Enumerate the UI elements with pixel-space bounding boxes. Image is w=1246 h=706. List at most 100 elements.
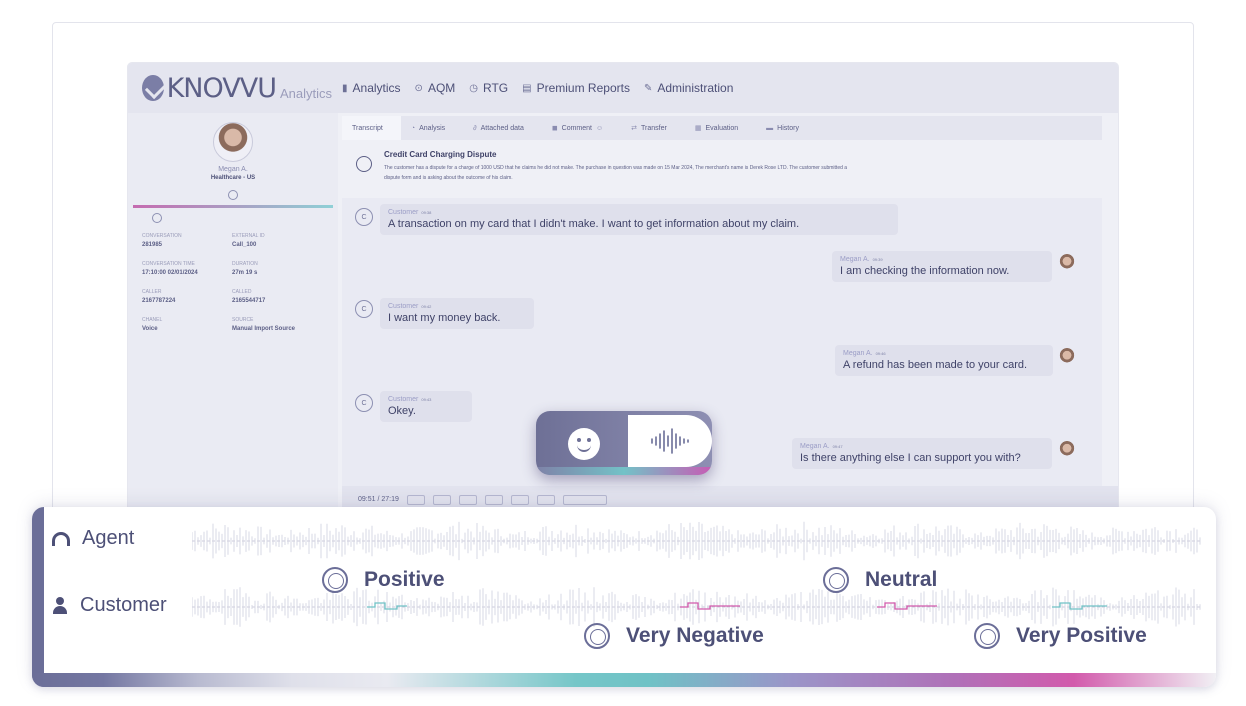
smile-icon [152,213,162,223]
sad-face-icon [584,623,610,649]
nav-aqm[interactable]: ⊙ AQM [415,81,456,95]
meta-item: DURATION 27m 19 s [232,261,322,277]
tab-label: Attached data [480,124,524,132]
clock-icon: ◷ [469,82,479,94]
meta-value: 2165544717 [232,298,266,304]
mute-button[interactable] [536,494,555,505]
sentiment-widget [536,411,712,475]
message-time: 09:38 [421,210,432,215]
meta-label: SOURCE [232,317,254,323]
tab-analysis[interactable]: ◔ Analysis [401,116,463,140]
message-time: 09:42 [421,304,432,309]
meta-value: 17:10:00 02/01/2024 [142,270,198,276]
ai-summary-icon [356,156,372,172]
sentiment-very-negative: Very Negative [584,623,764,649]
message-text: I want my money back. [388,312,501,324]
speed-button[interactable] [458,494,477,505]
agent-avatar [213,122,253,162]
meta-item: CHANEL Voice [142,317,232,333]
message-sender: Megan A. 09:46 [843,350,1045,357]
customer-avatar: C [355,394,373,412]
meta-item: CALLER 2167787224 [142,289,232,305]
conversation-meta: CONVERSATION 281985 EXTERNAL ID Call_100 C… [142,233,322,333]
tab-history[interactable]: ▬ History [756,116,817,140]
tab-label: Evaluation [705,124,739,132]
settings-button[interactable] [510,494,529,505]
smile-icon [974,623,1000,649]
tab-transcript[interactable]: Transcript [342,116,401,140]
tab-label: History [777,124,799,132]
meta-item: SOURCE Manual Import Source [232,317,322,333]
summary-text: The customer has a dispute for a charge … [384,165,848,181]
meta-item: EXTERNAL ID Call_100 [232,233,322,249]
meta-value: Call_100 [232,242,257,248]
customer-avatar: C [355,208,373,226]
nav-label: AQM [427,81,456,95]
message-text: I am checking the information now. [840,265,1010,277]
nav-administration[interactable]: ✎ Administration [644,81,733,95]
agent-waveform[interactable] [192,519,1202,563]
nav-premium-reports[interactable]: ▤ Premium Reports [522,81,630,95]
meta-value: Manual Import Source [232,326,296,332]
tab-comment[interactable]: ◼ Comment ☺ [542,116,621,140]
search-icon: ◔ [410,124,416,132]
tools-icon: ✎ [643,82,653,94]
customer-avatar: C [355,300,373,318]
meta-item: CONVERSATION TIME 17:10:00 02/01/2024 [142,261,232,277]
message-text: Is there anything else I can support you… [800,452,1021,464]
tab-bar: Transcript ◔ Analysis ∂ Attached data ◼ Com… [342,116,1102,140]
message-sender: Megan A. 09:47 [800,443,1044,450]
nav-rtg[interactable]: ◷ RTG [469,81,508,95]
meta-value: 2167787224 [142,298,176,304]
agent-track-text: Agent [82,527,135,549]
tab-evaluation[interactable]: ▦ Evaluation [685,116,756,140]
sentiment-label: Neutral [865,568,938,591]
smile-icon [568,428,600,460]
agent-team: Healthcare - US [210,175,256,181]
tab-label: Transcript [352,124,383,132]
meta-label: CONVERSATION TIME [142,261,195,267]
play-button[interactable] [406,494,425,505]
stop-button[interactable] [432,494,451,505]
meta-value: Voice [142,326,158,332]
sender-name: Customer [388,209,419,216]
player-time: 09:51 / 27:19 [358,496,399,503]
transcript-chat: C Customer 09:38 A transaction on my card… [342,198,1102,486]
smile-icon [228,190,238,200]
smile-icon [322,567,348,593]
chat-message-customer: Customer 09:43 Okey. [380,391,472,422]
chat-message-agent: Megan A. 09:39 I am checking the informat… [832,251,1052,282]
meta-value: 27m 19 s [232,270,258,276]
main-nav: ▮ Analytics ⊙ AQM ◷ RTG ▤ Premium Reports ✎ A… [342,81,733,95]
sentiment-very-positive: Very Positive [974,623,1147,649]
volume-button[interactable] [484,494,503,505]
message-time: 09:39 [872,257,883,262]
customer-track-text: Customer [80,594,167,616]
smile-icon: ☺ [596,124,604,132]
message-sender: Megan A. 09:39 [840,256,1044,263]
nav-analytics[interactable]: ▮ Analytics [342,81,401,95]
agent-avatar [1058,348,1076,366]
sentiment-positive: Positive [322,567,445,593]
tab-attached-data[interactable]: ∂ Attached data [463,116,542,140]
tab-label: Transfer [641,124,667,132]
channel-select[interactable] [562,494,607,505]
bar-chart-icon: ▮ [342,82,348,94]
comment-icon: ◼ [551,125,558,132]
agent-name: Megan A. [218,166,248,173]
logo-text: KNOVVU [166,72,277,104]
sender-name: Megan A. [840,256,870,263]
top-bar: KNOVVU Analytics ▮ Analytics ⊙ AQM ◷ RTG ▤ P… [128,63,1118,113]
document-icon: ▤ [522,82,532,94]
meta-label: CONVERSATION [142,233,182,239]
meta-item: CALLED 2165544717 [232,289,322,305]
logo[interactable]: KNOVVU Analytics [142,73,332,104]
customer-track-label: Customer [52,594,167,617]
sentiment-label: Positive [364,568,445,591]
meta-label: DURATION [232,261,258,267]
folder-icon: ▬ [766,124,774,132]
swap-icon: ⇄ [631,125,638,132]
tab-transfer[interactable]: ⇄ Transfer [621,116,685,140]
soundwave-icon [651,428,689,454]
nav-label: Analytics [352,81,401,95]
